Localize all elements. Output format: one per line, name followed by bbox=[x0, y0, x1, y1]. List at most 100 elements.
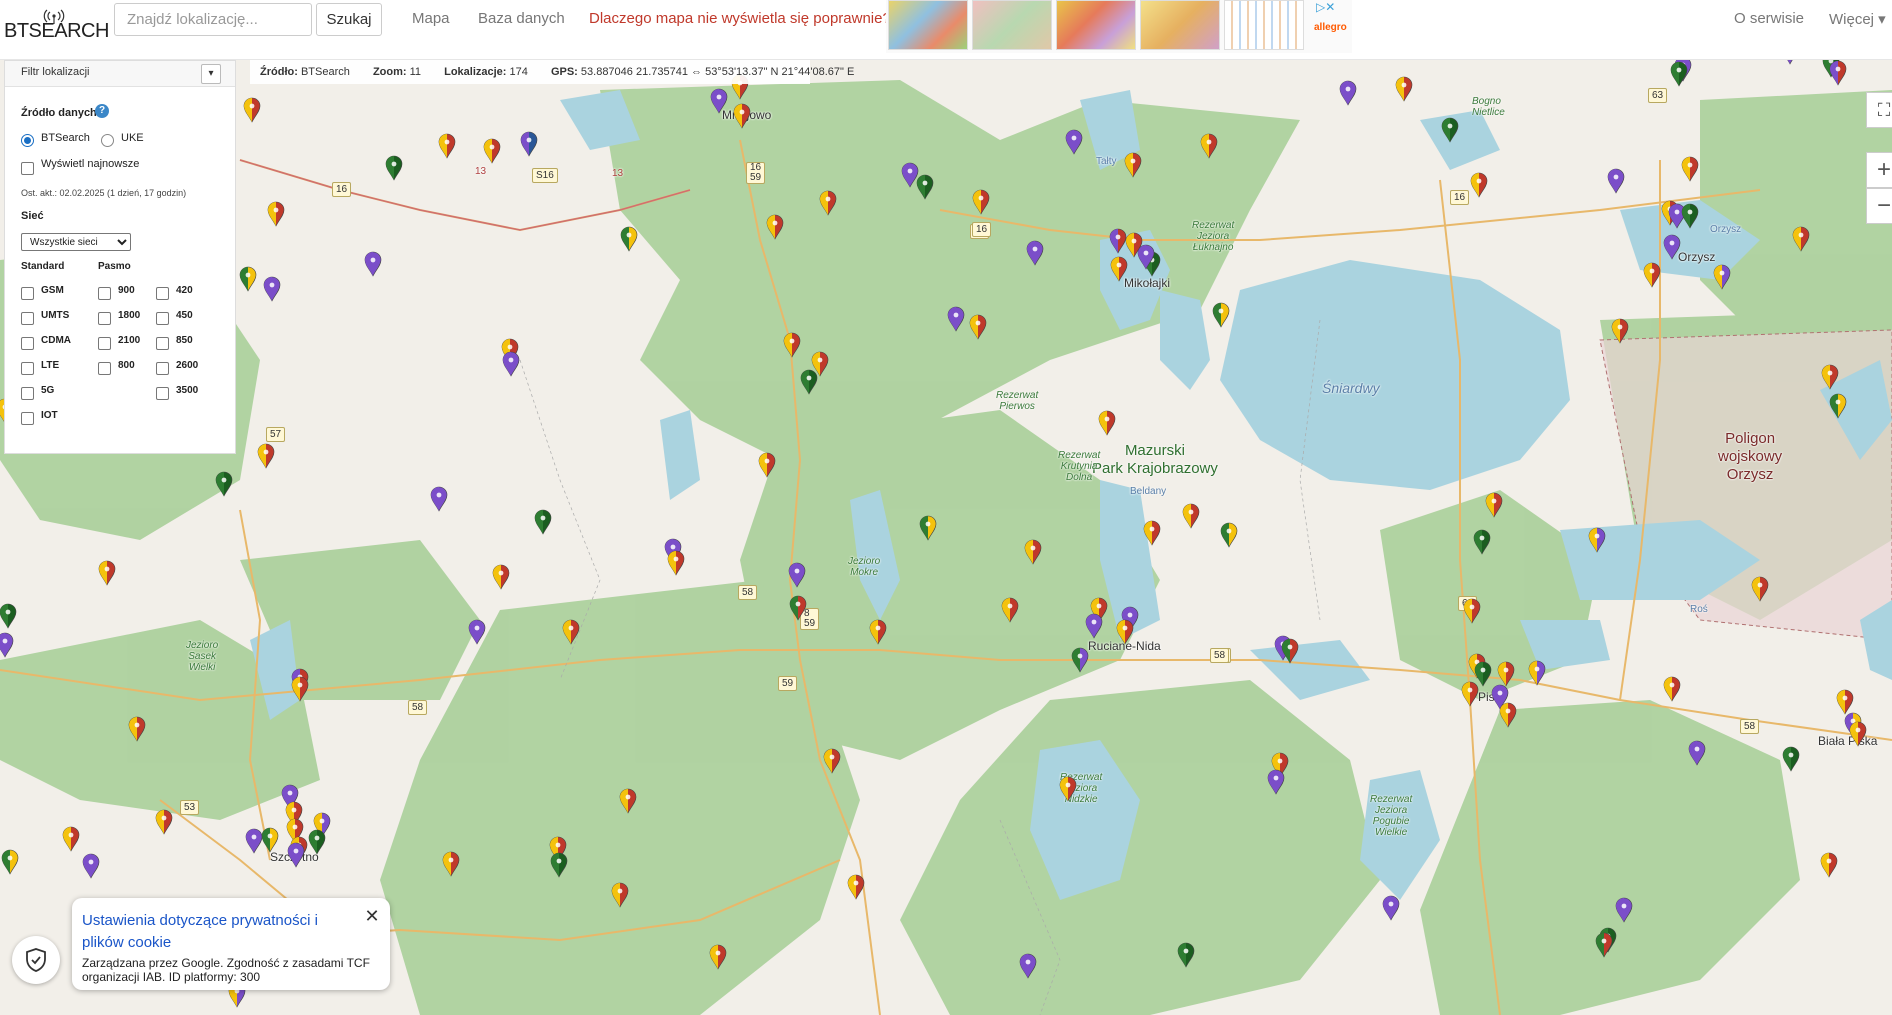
bts-location-marker[interactable] bbox=[1821, 364, 1839, 390]
bts-location-marker[interactable] bbox=[98, 560, 116, 586]
bts-location-marker[interactable] bbox=[1382, 895, 1400, 921]
bts-location-marker[interactable] bbox=[1220, 522, 1238, 548]
bts-location-marker[interactable] bbox=[1001, 597, 1019, 623]
bts-location-marker[interactable] bbox=[1065, 129, 1083, 155]
bts-location-marker[interactable] bbox=[245, 828, 263, 854]
bts-location-marker[interactable] bbox=[1267, 769, 1285, 795]
bts-location-marker[interactable] bbox=[1611, 318, 1629, 344]
zoom-out-button[interactable]: − bbox=[1866, 188, 1892, 224]
band-checkbox-450[interactable] bbox=[156, 312, 169, 325]
search-button[interactable]: Szukaj bbox=[316, 3, 382, 36]
bts-location-marker[interactable] bbox=[620, 226, 638, 252]
bts-location-marker[interactable] bbox=[847, 874, 865, 900]
bts-location-marker[interactable] bbox=[1829, 60, 1847, 86]
ad-map-thumbnail[interactable] bbox=[1140, 0, 1220, 50]
bts-location-marker[interactable] bbox=[1528, 660, 1546, 686]
bts-location-marker[interactable] bbox=[1026, 240, 1044, 266]
bts-location-marker[interactable] bbox=[1124, 152, 1142, 178]
bts-location-marker[interactable] bbox=[1059, 776, 1077, 802]
bts-location-marker[interactable] bbox=[1663, 676, 1681, 702]
bts-location-marker[interactable] bbox=[1, 849, 19, 875]
bts-location-marker[interactable] bbox=[1473, 529, 1491, 555]
bts-location-marker[interactable] bbox=[788, 562, 806, 588]
nav-link-database[interactable]: Baza danych bbox=[478, 10, 565, 27]
band-checkbox-2100[interactable] bbox=[98, 337, 111, 350]
bts-location-marker[interactable] bbox=[1499, 702, 1517, 728]
bts-location-marker[interactable] bbox=[1281, 638, 1299, 664]
bts-location-marker[interactable] bbox=[1085, 613, 1103, 639]
bts-location-marker[interactable] bbox=[430, 486, 448, 512]
bts-location-marker[interactable] bbox=[267, 201, 285, 227]
bts-location-marker[interactable] bbox=[1670, 61, 1688, 87]
bts-location-marker[interactable] bbox=[483, 138, 501, 164]
bts-location-marker[interactable] bbox=[442, 851, 460, 877]
bts-location-marker[interactable] bbox=[1595, 932, 1613, 958]
bts-location-marker[interactable] bbox=[492, 564, 510, 590]
nav-link-map-help[interactable]: Dlaczego mapa nie wyświetla się poprawni… bbox=[589, 10, 891, 27]
bts-location-marker[interactable] bbox=[550, 852, 568, 878]
help-icon[interactable]: ? bbox=[95, 104, 109, 118]
bts-location-marker[interactable] bbox=[1470, 172, 1488, 198]
bts-location-marker[interactable] bbox=[947, 306, 965, 332]
bts-location-marker[interactable] bbox=[261, 827, 279, 853]
bts-location-marker[interactable] bbox=[1751, 576, 1769, 602]
bts-location-marker[interactable] bbox=[972, 189, 990, 215]
bts-location-marker[interactable] bbox=[155, 809, 173, 835]
close-icon[interactable]: ✕ bbox=[362, 906, 382, 926]
bts-location-marker[interactable] bbox=[1137, 244, 1155, 270]
bts-location-marker[interactable] bbox=[128, 716, 146, 742]
bts-location-marker[interactable] bbox=[364, 251, 382, 277]
bts-location-marker[interactable] bbox=[1782, 746, 1800, 772]
bts-location-marker[interactable] bbox=[502, 351, 520, 377]
bts-location-marker[interactable] bbox=[800, 369, 818, 395]
bts-location-marker[interactable] bbox=[291, 676, 309, 702]
cookie-banner-title[interactable]: Ustawienia dotyczące prywatności i plikó… bbox=[82, 910, 342, 954]
bts-location-marker[interactable] bbox=[783, 332, 801, 358]
bts-location-marker[interactable] bbox=[1441, 117, 1459, 143]
bts-location-marker[interactable] bbox=[1829, 393, 1847, 419]
bts-location-marker[interactable] bbox=[1024, 539, 1042, 565]
bts-location-marker[interactable] bbox=[468, 619, 486, 645]
bts-location-marker[interactable] bbox=[1688, 740, 1706, 766]
bts-location-marker[interactable] bbox=[1071, 647, 1089, 673]
bts-location-marker[interactable] bbox=[308, 829, 326, 855]
standard-checkbox-iot[interactable] bbox=[21, 412, 34, 425]
bts-location-marker[interactable] bbox=[520, 131, 538, 157]
ad-choices-icon[interactable]: ▷✕ bbox=[1316, 0, 1335, 14]
bts-location-marker[interactable] bbox=[1588, 527, 1606, 553]
band-checkbox-2600[interactable] bbox=[156, 362, 169, 375]
standard-checkbox-gsm[interactable] bbox=[21, 287, 34, 300]
bts-location-marker[interactable] bbox=[263, 276, 281, 302]
bts-location-marker[interactable] bbox=[969, 314, 987, 340]
band-checkbox-900[interactable] bbox=[98, 287, 111, 300]
bts-location-marker[interactable] bbox=[257, 443, 275, 469]
ad-map-thumbnail[interactable] bbox=[888, 0, 968, 50]
network-select[interactable]: Wszystkie sieci bbox=[21, 233, 131, 251]
bts-location-marker[interactable] bbox=[1681, 156, 1699, 182]
map-canvas[interactable]: Śniardwy Mazurski Park Krajobrazowy Poli… bbox=[0, 60, 1892, 1015]
band-checkbox-800[interactable] bbox=[98, 362, 111, 375]
bts-location-marker[interactable] bbox=[534, 509, 552, 535]
bts-location-marker[interactable] bbox=[0, 632, 14, 658]
band-checkbox-3500[interactable] bbox=[156, 387, 169, 400]
bts-location-marker[interactable] bbox=[919, 515, 937, 541]
bts-location-marker[interactable] bbox=[1463, 598, 1481, 624]
bts-location-marker[interactable] bbox=[82, 853, 100, 879]
bts-location-marker[interactable] bbox=[1339, 80, 1357, 106]
bts-location-marker[interactable] bbox=[239, 266, 257, 292]
bts-location-marker[interactable] bbox=[243, 97, 261, 123]
bts-location-marker[interactable] bbox=[1182, 503, 1200, 529]
bts-location-marker[interactable] bbox=[1615, 897, 1633, 923]
bts-location-marker[interactable] bbox=[1643, 262, 1661, 288]
bts-location-marker[interactable] bbox=[1461, 681, 1479, 707]
bts-location-marker[interactable] bbox=[562, 619, 580, 645]
bts-location-marker[interactable] bbox=[1212, 302, 1230, 328]
bts-location-marker[interactable] bbox=[869, 619, 887, 645]
bts-location-marker[interactable] bbox=[1681, 203, 1699, 229]
bts-location-marker[interactable] bbox=[1019, 953, 1037, 979]
nav-link-map[interactable]: Mapa bbox=[412, 10, 450, 27]
fullscreen-icon[interactable]: ⛶ bbox=[1866, 92, 1892, 128]
band-checkbox-1800[interactable] bbox=[98, 312, 111, 325]
privacy-settings-button[interactable] bbox=[12, 936, 60, 984]
bts-location-marker[interactable] bbox=[709, 944, 727, 970]
